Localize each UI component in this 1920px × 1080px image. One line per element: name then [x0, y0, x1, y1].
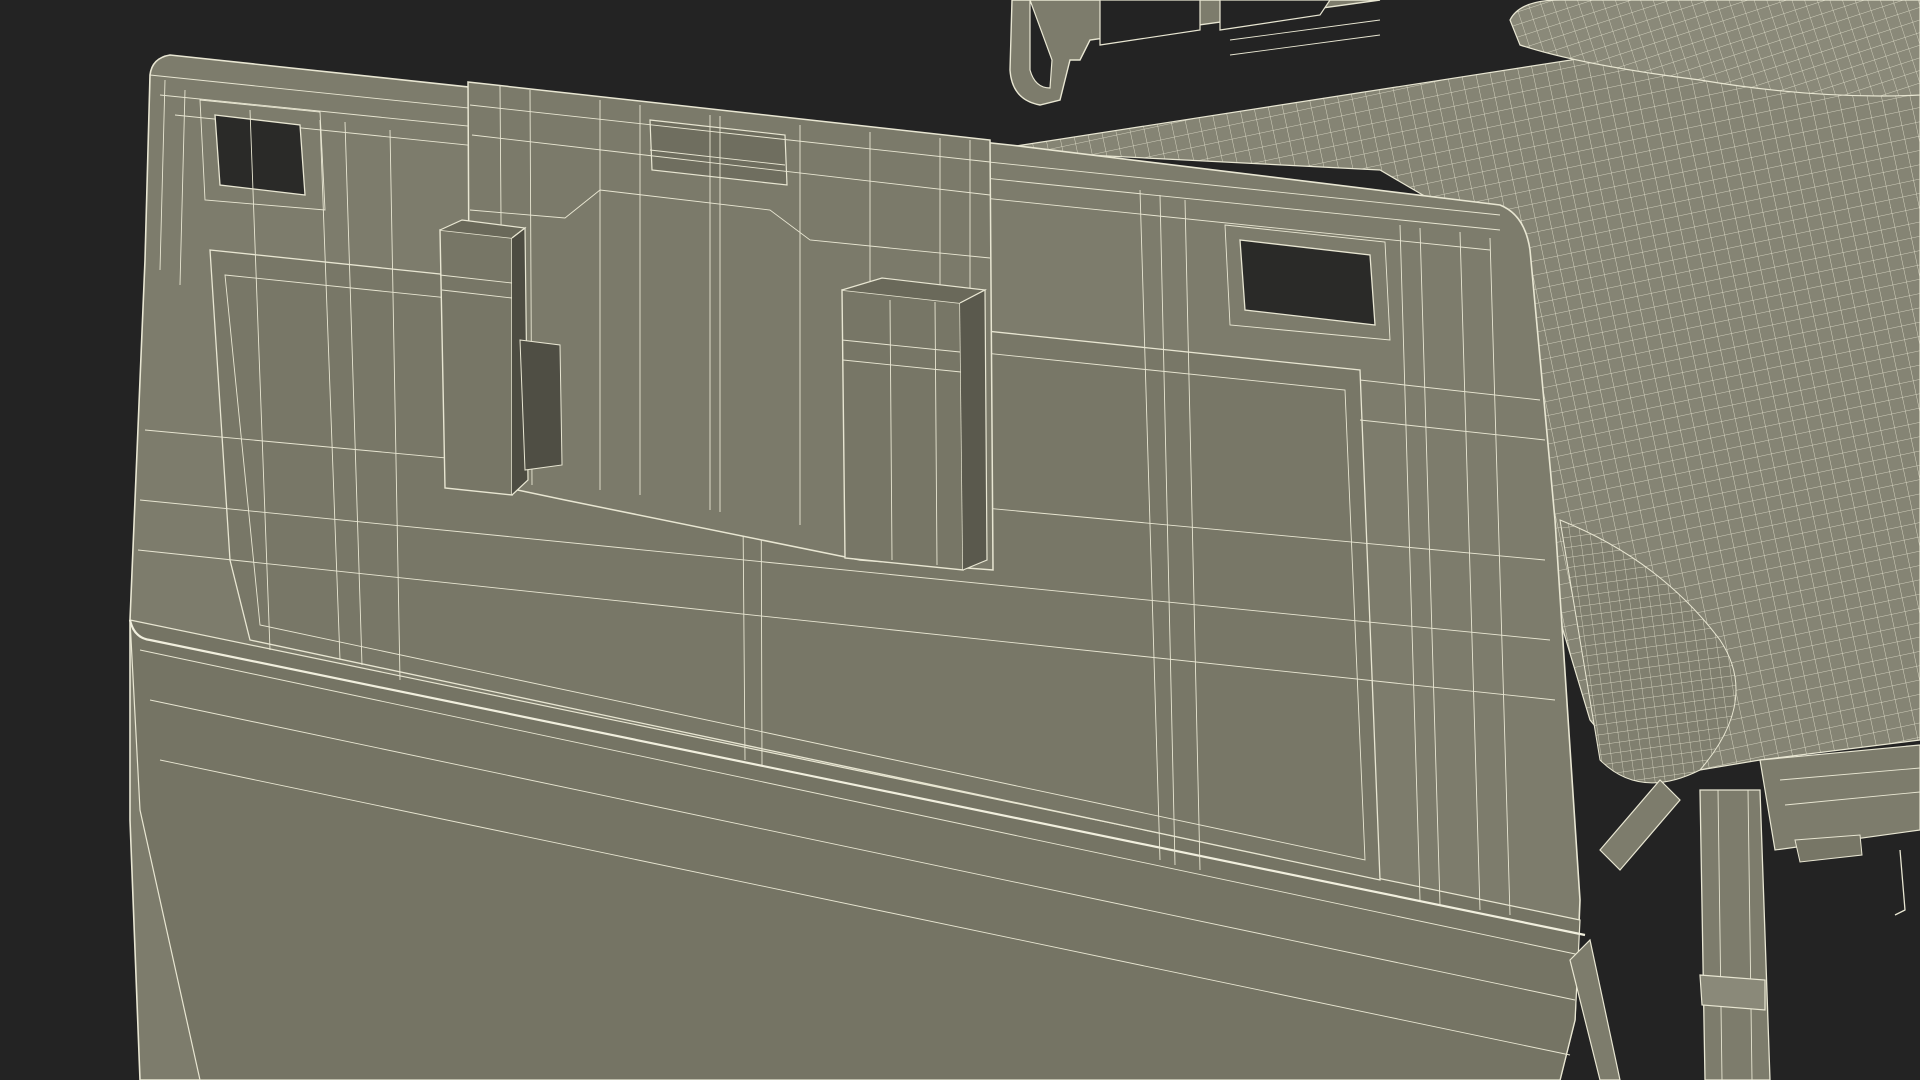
- hospital-bed-wireframe: [128, 0, 1920, 1080]
- bed-frame-legs: [1569, 744, 1920, 1080]
- head-side-rail: [1009, 0, 1381, 106]
- render-viewport: [0, 0, 1920, 1080]
